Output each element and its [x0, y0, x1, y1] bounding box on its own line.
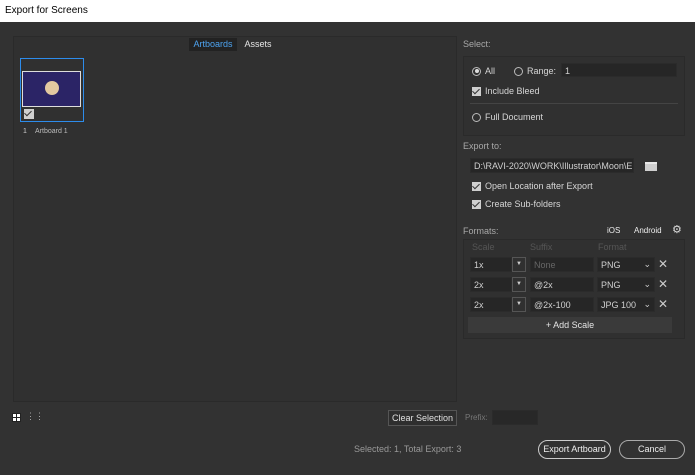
export-status: Selected: 1, Total Export: 3 [354, 444, 462, 454]
export-artboard-button[interactable]: Export Artboard [538, 440, 611, 459]
divider [470, 103, 678, 104]
radio-full-document[interactable]: Full Document [472, 112, 543, 122]
chevron-down-icon: ⌄ [643, 279, 651, 289]
scale-input[interactable]: 1x [470, 257, 512, 272]
format-value: JPG 100 [601, 300, 637, 310]
artboard-number: 1 [23, 128, 27, 135]
remove-scale-icon[interactable]: ✕ [658, 257, 668, 271]
list-view-icon[interactable]: ⋮⋮ [26, 412, 44, 421]
tab-artboards[interactable]: Artboards [189, 38, 237, 51]
prefix-input[interactable] [492, 410, 538, 425]
scale-dropdown-icon[interactable]: ▼ [512, 277, 526, 292]
artboard-thumbnail[interactable] [20, 58, 84, 122]
export-to-label: Export to: [463, 141, 502, 151]
gear-icon[interactable]: ⚙ [672, 223, 682, 236]
remove-scale-icon[interactable]: ✕ [658, 297, 668, 311]
select-label: Select: [463, 39, 491, 49]
header-format: Format [598, 242, 627, 252]
radio-icon [514, 66, 523, 76]
tab-assets[interactable]: Assets [241, 38, 275, 51]
scale-input[interactable]: 2x [470, 277, 512, 292]
clear-selection-button[interactable]: Clear Selection [388, 410, 457, 426]
scale-input[interactable]: 2x [470, 297, 512, 312]
range-input[interactable]: 1 [561, 63, 677, 77]
suffix-input[interactable]: @2x [530, 277, 594, 292]
folder-icon[interactable] [645, 162, 657, 171]
remove-scale-icon[interactable]: ✕ [658, 277, 668, 291]
android-button[interactable]: Android [634, 226, 662, 235]
format-value: PNG [601, 260, 621, 270]
format-select[interactable]: PNG ⌄ [597, 277, 655, 292]
checkbox-icon [472, 199, 481, 209]
open-location-checkbox[interactable]: Open Location after Export [472, 181, 593, 191]
prefix-label: Prefix: [465, 413, 488, 422]
artboard-checkbox[interactable] [24, 109, 34, 119]
include-bleed-checkbox[interactable]: Include Bleed [472, 86, 540, 96]
artboard-name[interactable]: Artboard 1 [35, 128, 68, 135]
checkbox-icon [472, 181, 481, 191]
full-document-label: Full Document [485, 112, 544, 122]
add-scale-button[interactable]: + Add Scale [468, 317, 672, 333]
cancel-button[interactable]: Cancel [619, 440, 685, 459]
chevron-down-icon: ⌄ [643, 259, 651, 269]
create-subfolders-checkbox[interactable]: Create Sub-folders [472, 199, 561, 209]
scale-dropdown-icon[interactable]: ▼ [512, 297, 526, 312]
artboard-preview-image [22, 71, 81, 107]
radio-all[interactable]: All [472, 66, 495, 76]
chevron-down-icon: ⌄ [643, 299, 651, 309]
header-suffix: Suffix [530, 242, 553, 252]
header-scale: Scale [472, 242, 495, 252]
scale-dropdown-icon[interactable]: ▼ [512, 257, 526, 272]
moon-shape [45, 81, 59, 95]
format-select[interactable]: JPG 100 ⌄ [597, 297, 655, 312]
formats-label: Formats: [463, 226, 499, 236]
radio-range-label: Range: [527, 66, 557, 76]
radio-icon [472, 112, 481, 122]
ios-button[interactable]: iOS [607, 226, 620, 235]
export-path-input[interactable]: D:\RAVI-2020\WORK\Illustrator\Moon\E: [470, 158, 634, 173]
radio-all-label: All [485, 66, 496, 76]
format-select[interactable]: PNG ⌄ [597, 257, 655, 272]
checkbox-icon [472, 86, 481, 96]
open-location-label: Open Location after Export [485, 181, 593, 191]
format-value: PNG [601, 280, 621, 290]
radio-range[interactable]: Range: [514, 66, 556, 76]
include-bleed-label: Include Bleed [485, 86, 540, 96]
create-subfolders-label: Create Sub-folders [485, 199, 561, 209]
suffix-input[interactable]: @2x-100 [530, 297, 594, 312]
grid-view-icon[interactable] [12, 413, 21, 422]
suffix-input[interactable]: None [530, 257, 594, 272]
radio-icon [472, 66, 481, 76]
window-title: Export for Screens [0, 0, 695, 22]
